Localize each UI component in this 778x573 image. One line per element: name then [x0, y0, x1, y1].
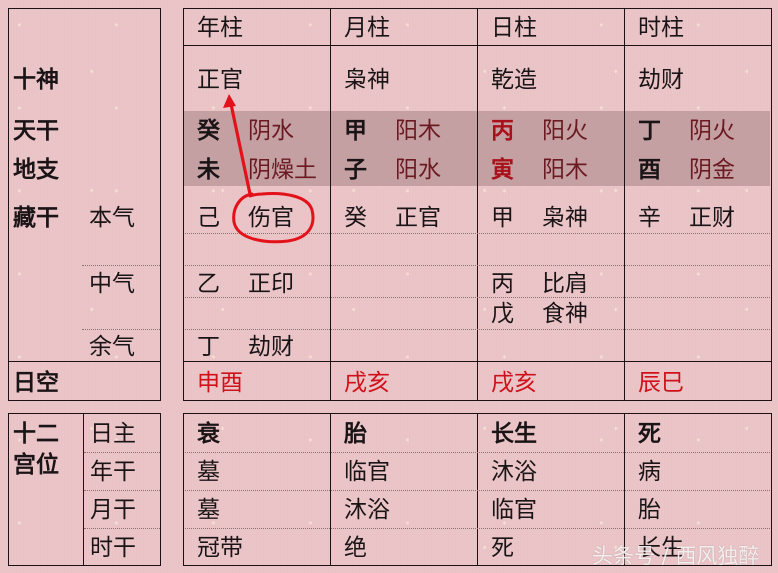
- palace-cell: 死: [491, 535, 514, 561]
- zhi-day: 寅: [491, 156, 514, 183]
- zhi-attr-month: 阳水: [395, 157, 441, 183]
- gan-attr-day: 阳火: [542, 118, 588, 144]
- gan-month: 甲: [344, 117, 367, 144]
- shishen-year: 正官: [197, 67, 243, 93]
- divider: [624, 8, 625, 401]
- header-year-pillar: 年柱: [197, 15, 243, 41]
- palace-title-line2: 宫位: [13, 451, 59, 478]
- header-month-pillar: 月柱: [344, 15, 390, 41]
- divider: [330, 8, 331, 401]
- shishen-month: 枭神: [344, 67, 390, 93]
- rikong-month: 戌亥: [344, 370, 390, 396]
- palace-cell: 临官: [491, 497, 537, 523]
- canggan-god: 正官: [395, 205, 441, 231]
- label-yuqi: 余气: [89, 334, 135, 360]
- gan-day: 丙: [491, 117, 514, 144]
- divider: [183, 361, 772, 362]
- palace-cell: 临官: [344, 459, 390, 485]
- divider: [477, 8, 478, 401]
- palace-row-label: 时干: [90, 535, 136, 561]
- canggan-god: 正财: [689, 205, 735, 231]
- zhi-attr-day: 阳木: [542, 157, 588, 183]
- palace-cell: 死: [638, 420, 661, 447]
- palace-cell: 冠带: [197, 535, 243, 561]
- canggan-stem: 丙: [491, 271, 514, 297]
- label-benqi: 本气: [89, 205, 135, 231]
- divider: [82, 265, 160, 266]
- palace-row-label: 日主: [90, 421, 136, 447]
- canggan-stem: 丁: [197, 334, 220, 360]
- rikong-hour: 辰巳: [638, 370, 684, 396]
- watermark: 头条号 / 西风独醉: [592, 544, 760, 568]
- gan-hour: 丁: [638, 117, 661, 144]
- canggan-stem: 甲: [491, 205, 514, 231]
- zhi-attr-hour: 阴金: [689, 157, 735, 183]
- divider: [185, 233, 770, 234]
- shishen-hour: 劫财: [638, 67, 684, 93]
- label-rikong: 日空: [13, 369, 59, 396]
- label-shishen: 十神: [13, 66, 59, 93]
- canggan-god: 正印: [248, 271, 294, 297]
- shishen-day: 乾造: [491, 67, 537, 93]
- palace-cell: 沐浴: [344, 497, 390, 523]
- canggan-god: 枭神: [542, 205, 588, 231]
- divider: [185, 528, 770, 529]
- rikong-day: 戌亥: [491, 370, 537, 396]
- divider: [84, 452, 160, 453]
- canggan-god: 食神: [542, 301, 588, 327]
- zhi-month: 子: [344, 156, 367, 183]
- canggan-stem: 戊: [491, 301, 514, 327]
- canggan-god: 比肩: [542, 271, 588, 297]
- divider: [84, 528, 160, 529]
- zhi-year: 未: [197, 156, 220, 183]
- palace-cell: 胎: [638, 497, 661, 523]
- label-dizhi: 地支: [13, 156, 59, 183]
- palace-cell: 长生: [491, 420, 537, 447]
- label-canggan: 藏干: [13, 204, 59, 231]
- palace-cell: 衰: [197, 420, 220, 447]
- palace-cell: 病: [638, 459, 661, 485]
- divider: [82, 329, 160, 330]
- gan-attr-hour: 阴火: [689, 118, 735, 144]
- canggan-god: 劫财: [248, 334, 294, 360]
- divider: [185, 329, 770, 330]
- gan-year: 癸: [197, 117, 220, 144]
- canggan-god: 伤官: [248, 205, 294, 231]
- header-hour-pillar: 时柱: [638, 15, 684, 41]
- label-tiangan: 天干: [13, 117, 59, 144]
- label-zhongqi: 中气: [89, 271, 135, 297]
- palace-cell: 绝: [344, 535, 367, 561]
- divider: [185, 452, 770, 453]
- divider: [185, 490, 770, 491]
- palace-cell: 墓: [197, 497, 220, 523]
- divider: [8, 361, 161, 362]
- divider: [183, 45, 772, 46]
- palace-row-label: 月干: [90, 497, 136, 523]
- gan-attr-year: 阴水: [248, 118, 294, 144]
- palace-cell: 沐浴: [491, 459, 537, 485]
- palace-cell: 胎: [344, 420, 367, 447]
- canggan-stem: 辛: [638, 205, 661, 231]
- palace-title-line1: 十二: [13, 420, 59, 447]
- palace-row-label: 年干: [90, 459, 136, 485]
- canggan-stem: 乙: [197, 271, 220, 297]
- canggan-stem: 己: [197, 205, 220, 231]
- header-day-pillar: 日柱: [491, 15, 537, 41]
- zhi-hour: 酉: [638, 156, 661, 183]
- divider: [185, 265, 770, 266]
- palace-cell: 墓: [197, 459, 220, 485]
- zhi-attr-year: 阴燥土: [248, 157, 317, 183]
- divider: [84, 490, 160, 491]
- gan-attr-month: 阳木: [395, 118, 441, 144]
- canggan-stem: 癸: [344, 205, 367, 231]
- rikong-year: 申酉: [197, 370, 243, 396]
